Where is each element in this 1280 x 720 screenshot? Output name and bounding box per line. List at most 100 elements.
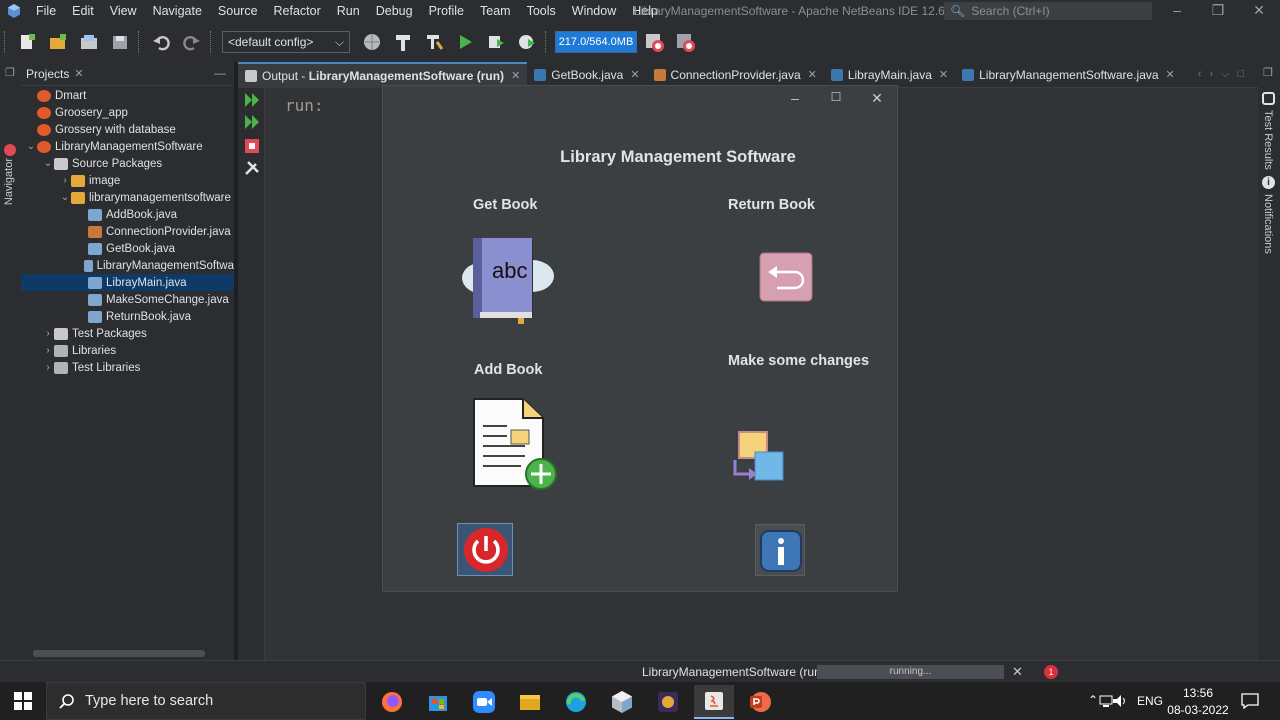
close-icon[interactable]: ✕ — [867, 90, 887, 110]
menu-source[interactable]: Source — [210, 4, 266, 18]
tree-item[interactable]: ⌄ LibraryManagementSoftware — [21, 138, 234, 155]
chevron-down-icon[interactable]: ⌄ — [25, 141, 37, 152]
minimize-icon[interactable]: – — [785, 90, 805, 110]
about-button[interactable] — [755, 524, 805, 576]
cancel-task-icon[interactable]: ✕ — [1012, 664, 1023, 680]
rerun-icon[interactable] — [244, 92, 260, 108]
chevron-down-icon[interactable]: ⌄ — [59, 192, 71, 203]
status-progress-bar[interactable]: running... — [817, 665, 1004, 679]
chevron-right-icon[interactable]: › — [42, 328, 54, 339]
menu-profile[interactable]: Profile — [421, 4, 472, 18]
menu-window[interactable]: Window — [564, 4, 624, 18]
close-icon[interactable]: ✕ — [808, 68, 817, 81]
profile-snapshot-icon[interactable] — [671, 28, 699, 56]
make-changes-button[interactable] — [729, 430, 785, 484]
clock-time[interactable]: 13:56 — [1172, 686, 1224, 700]
volume-icon[interactable] — [1112, 694, 1128, 708]
add-book-button[interactable] — [471, 396, 561, 492]
file-explorer-icon[interactable] — [510, 685, 550, 719]
tab-librarymain[interactable]: LibrayMain.java ✕ — [824, 62, 955, 88]
stop-icon[interactable] — [244, 138, 260, 154]
menu-team[interactable]: Team — [472, 4, 519, 18]
tab-connectionprovider[interactable]: ConnectionProvider.java ✕ — [647, 62, 824, 88]
rerun-different-icon[interactable] — [244, 114, 260, 130]
menu-file[interactable]: File — [28, 4, 64, 18]
open-project-icon[interactable] — [75, 28, 103, 56]
settings-tools-icon[interactable] — [244, 160, 260, 176]
new-file-icon[interactable] — [13, 28, 41, 56]
restore-window-icon[interactable]: ❐ — [1263, 66, 1273, 79]
java-icon[interactable] — [694, 685, 734, 719]
maximize-icon[interactable]: ☐ — [826, 90, 846, 110]
save-all-icon[interactable] — [106, 28, 134, 56]
minimize-icon[interactable]: — — [214, 66, 226, 80]
close-icon[interactable]: ✕ — [939, 68, 948, 81]
tree-item[interactable]: Grossery with database — [21, 121, 234, 138]
clean-build-icon[interactable] — [420, 28, 448, 56]
run-icon[interactable] — [451, 28, 479, 56]
firefox-icon[interactable] — [372, 685, 412, 719]
menu-refactor[interactable]: Refactor — [266, 4, 329, 18]
close-icon[interactable]: ✕ — [74, 67, 83, 80]
game-icon[interactable] — [648, 685, 688, 719]
menu-navigate[interactable]: Navigate — [145, 4, 210, 18]
projects-tab[interactable]: Projects — [26, 67, 69, 81]
tree-item[interactable]: ConnectionProvider.java — [21, 223, 234, 240]
tree-item[interactable]: › Libraries — [21, 342, 234, 359]
close-icon[interactable]: ✕ — [1166, 68, 1175, 81]
config-select[interactable]: <default config> ⌵ — [222, 31, 350, 53]
clock-date[interactable]: 08-03-2022 — [1166, 703, 1230, 717]
build-hammer-icon[interactable] — [389, 28, 417, 56]
menu-edit[interactable]: Edit — [64, 4, 102, 18]
tree-item[interactable]: ⌄ librarymanagementsoftware — [21, 189, 234, 206]
debug-icon[interactable] — [482, 28, 510, 56]
add-book-label[interactable]: Add Book — [474, 362, 542, 378]
tab-output[interactable]: Output - LibraryManagementSoftware (run)… — [238, 61, 528, 88]
return-book-label[interactable]: Return Book — [728, 197, 815, 213]
exit-button[interactable] — [457, 523, 513, 576]
test-results-tab[interactable]: Test Results — [1262, 110, 1274, 170]
tab-getbook[interactable]: GetBook.java ✕ — [527, 62, 646, 88]
netbeans-icon[interactable] — [602, 685, 642, 719]
minimize-icon[interactable]: – — [1162, 2, 1192, 20]
chevron-right-icon[interactable]: › — [42, 362, 54, 373]
zoom-icon[interactable] — [464, 685, 504, 719]
close-icon[interactable]: ✕ — [1244, 2, 1274, 20]
tree-item[interactable]: LibraryManagementSoftwa — [21, 257, 234, 274]
return-book-button[interactable] — [759, 252, 813, 302]
tab-librarymanagementsoftware[interactable]: LibraryManagementSoftware.java ✕ — [955, 62, 1182, 88]
get-book-button[interactable]: abc — [458, 234, 558, 326]
menu-tools[interactable]: Tools — [519, 4, 564, 18]
start-button[interactable] — [0, 682, 46, 720]
chevron-down-icon[interactable]: ⌄ — [42, 158, 54, 169]
ide-search-input[interactable]: 🔍︎ Search (Ctrl+I) — [944, 2, 1152, 20]
chevron-right-icon[interactable]: › — [42, 345, 54, 356]
tree-item[interactable]: GetBook.java — [21, 240, 234, 257]
profile-icon[interactable] — [513, 28, 541, 56]
navigator-tab[interactable]: Navigator — [3, 158, 15, 205]
language-indicator[interactable]: ENG — [1137, 694, 1163, 708]
tree-item[interactable]: LibrayMain.java — [21, 274, 234, 291]
restore-icon[interactable]: ❐ — [1203, 2, 1233, 20]
notification-badge[interactable]: 1 — [1044, 665, 1058, 679]
tree-item[interactable]: ⌄ Source Packages — [21, 155, 234, 172]
undo-icon[interactable] — [147, 28, 175, 56]
chevron-right-icon[interactable]: › — [59, 175, 71, 186]
tree-item[interactable]: Dmart — [21, 87, 234, 104]
tree-item[interactable]: ReturnBook.java — [21, 308, 234, 325]
close-icon[interactable]: ✕ — [511, 69, 520, 82]
redo-icon[interactable] — [178, 28, 206, 56]
tree-item[interactable]: › Test Packages — [21, 325, 234, 342]
status-task-name[interactable]: LibraryManagementSoftware (run) — [642, 665, 825, 679]
store-icon[interactable] — [418, 685, 458, 719]
make-changes-label[interactable]: Make some changes — [728, 353, 869, 369]
powerpoint-icon[interactable] — [740, 685, 780, 719]
gc-icon[interactable] — [640, 28, 668, 56]
edge-icon[interactable] — [556, 685, 596, 719]
action-center-icon[interactable] — [1241, 693, 1259, 709]
notifications-tab[interactable]: Notifications — [1262, 194, 1274, 254]
tray-chevron-icon[interactable]: ⌃ — [1088, 693, 1098, 707]
tree-item[interactable]: › Test Libraries — [21, 359, 234, 376]
horizontal-scrollbar[interactable] — [33, 650, 205, 657]
tree-item[interactable]: › image — [21, 172, 234, 189]
